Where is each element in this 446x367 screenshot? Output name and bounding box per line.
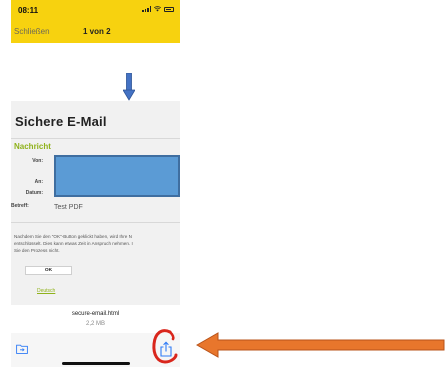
home-indicator — [62, 362, 130, 365]
info-text: Nachdem Sie den "OK"-Button geklickt hab… — [14, 233, 180, 255]
share-icon[interactable] — [159, 341, 173, 357]
section-label: Nachricht — [14, 142, 51, 151]
to-label: An: — [34, 179, 43, 185]
redaction-box — [54, 155, 180, 197]
phone-screen: 08:11 Schließen 1 von 2 Sichere E-Mail N… — [11, 0, 180, 367]
document-title: Sichere E-Mail — [15, 114, 107, 129]
info-line: entschlüsselt. Dies kann etwas Zeit in A… — [14, 241, 133, 247]
subject-value: Test PDF — [54, 204, 83, 211]
close-button[interactable]: Schließen — [14, 27, 50, 36]
file-size: 2,2 MB — [85, 321, 105, 327]
signal-icon — [142, 6, 151, 12]
left-arrow-annotation — [196, 332, 445, 358]
bottom-toolbar — [11, 333, 180, 367]
battery-icon — [164, 6, 174, 12]
language-link[interactable]: Deutsch — [37, 288, 55, 294]
ok-button[interactable]: OK — [25, 266, 72, 275]
file-name: secure-email.html — [71, 311, 120, 317]
divider — [11, 222, 180, 223]
date-label: Datum: — [25, 190, 43, 196]
divider — [11, 138, 180, 139]
top-bar: 08:11 Schließen 1 von 2 — [11, 0, 180, 43]
info-line: Sie den Prozess nicht. — [14, 248, 60, 254]
info-line: Nachdem Sie den "OK"-Button geklickt hab… — [14, 234, 132, 239]
page-indicator: 1 von 2 — [83, 27, 111, 36]
subject-label: Betreff: — [11, 203, 29, 209]
email-preview[interactable]: Sichere E-Mail Nachricht Von: An: Datum:… — [11, 101, 180, 305]
status-icons — [142, 6, 174, 12]
folder-icon[interactable] — [16, 344, 28, 354]
wifi-icon — [154, 6, 161, 12]
status-time: 08:11 — [18, 6, 39, 15]
from-label: Von: — [32, 158, 43, 164]
